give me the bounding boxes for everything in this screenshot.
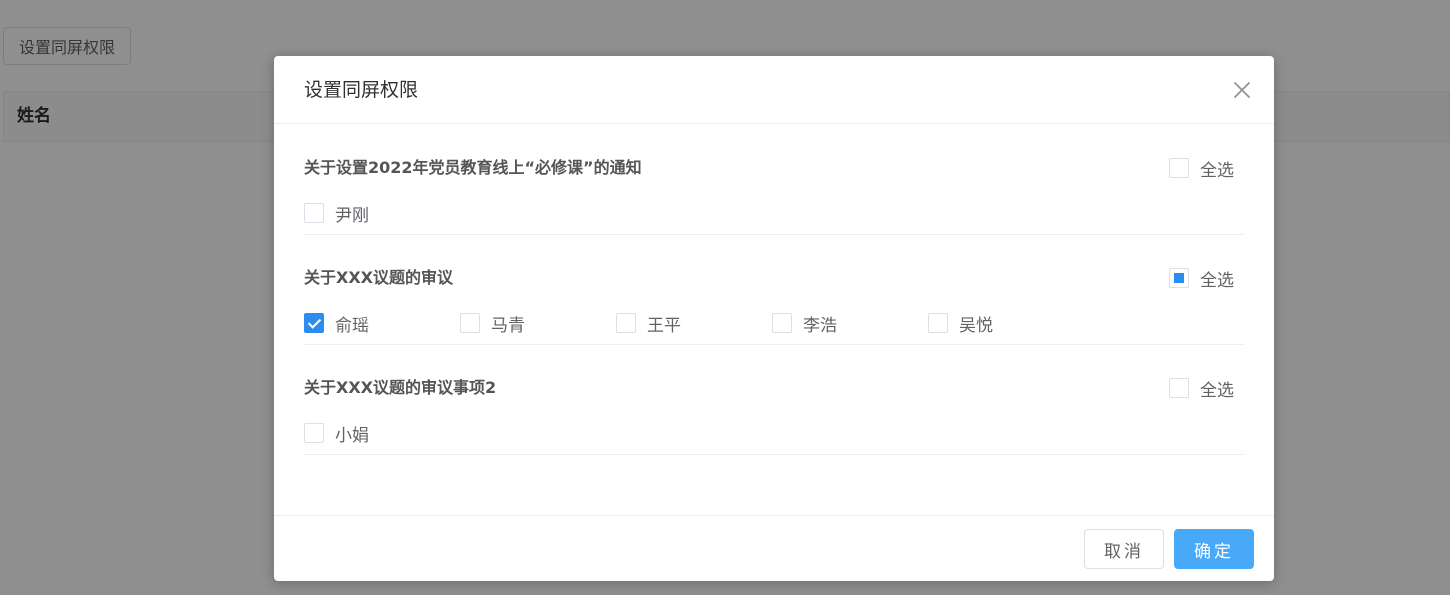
- checkbox-box[interactable]: [772, 313, 792, 333]
- select-all-checkbox[interactable]: 全选: [1169, 267, 1234, 291]
- checkbox-box[interactable]: [616, 313, 636, 333]
- agenda-group: 关于XXX议题的审议 全选 俞瑶 马青 王平 李浩 吴悦: [304, 235, 1244, 345]
- agenda-group: 关于XXX议题的审议事项2 全选 小娟: [304, 345, 1244, 455]
- confirm-button[interactable]: 确定: [1174, 529, 1254, 569]
- select-all-label: 全选: [1200, 380, 1234, 401]
- select-all-checkbox[interactable]: 全选: [1169, 157, 1234, 181]
- member-checkbox[interactable]: 李浩: [772, 312, 928, 336]
- dialog-header: 设置同屏权限: [274, 56, 1274, 124]
- dialog-footer: 取消 确定: [274, 515, 1274, 581]
- member-name: 尹刚: [335, 205, 369, 226]
- agenda-group: 关于设置2022年党员教育线上“必修课”的通知 全选 尹刚: [304, 125, 1244, 235]
- member-checkbox[interactable]: 吴悦: [928, 312, 1084, 336]
- select-all-label: 全选: [1200, 160, 1234, 181]
- member-name: 吴悦: [959, 315, 993, 336]
- member-checkbox[interactable]: 马青: [460, 312, 616, 336]
- member-name: 俞瑶: [335, 315, 369, 336]
- checkbox-box[interactable]: [1169, 268, 1189, 288]
- agenda-title: 关于XXX议题的审议: [304, 268, 454, 287]
- member-name: 李浩: [803, 315, 837, 336]
- member-name: 马青: [491, 315, 525, 336]
- agenda-title: 关于XXX议题的审议事项2: [304, 378, 497, 397]
- select-all-checkbox[interactable]: 全选: [1169, 377, 1234, 401]
- dialog-body: 关于设置2022年党员教育线上“必修课”的通知 全选 尹刚 关于XXX议题的审议…: [304, 125, 1244, 571]
- member-list: 尹刚: [304, 202, 460, 226]
- member-name: 小娟: [335, 425, 369, 446]
- member-checkbox[interactable]: 尹刚: [304, 202, 460, 226]
- checkbox-box[interactable]: [304, 423, 324, 443]
- agenda-title: 关于设置2022年党员教育线上“必修课”的通知: [304, 158, 642, 177]
- member-checkbox[interactable]: 俞瑶: [304, 312, 460, 336]
- cancel-button[interactable]: 取消: [1084, 529, 1164, 569]
- member-list: 俞瑶 马青 王平 李浩 吴悦: [304, 312, 1084, 336]
- dialog-title: 设置同屏权限: [304, 79, 419, 101]
- member-checkbox[interactable]: 小娟: [304, 422, 460, 446]
- checkbox-box[interactable]: [1169, 158, 1189, 178]
- checkbox-box[interactable]: [304, 203, 324, 223]
- checkbox-box[interactable]: [460, 313, 480, 333]
- checkbox-box[interactable]: [304, 313, 324, 333]
- select-all-label: 全选: [1200, 270, 1234, 291]
- member-list: 小娟: [304, 422, 460, 446]
- permission-dialog: 设置同屏权限 关于设置2022年党员教育线上“必修课”的通知 全选 尹刚 关于X…: [274, 56, 1274, 581]
- close-icon[interactable]: [1232, 80, 1252, 100]
- member-name: 王平: [647, 315, 681, 336]
- checkbox-box[interactable]: [928, 313, 948, 333]
- checkbox-box[interactable]: [1169, 378, 1189, 398]
- member-checkbox[interactable]: 王平: [616, 312, 772, 336]
